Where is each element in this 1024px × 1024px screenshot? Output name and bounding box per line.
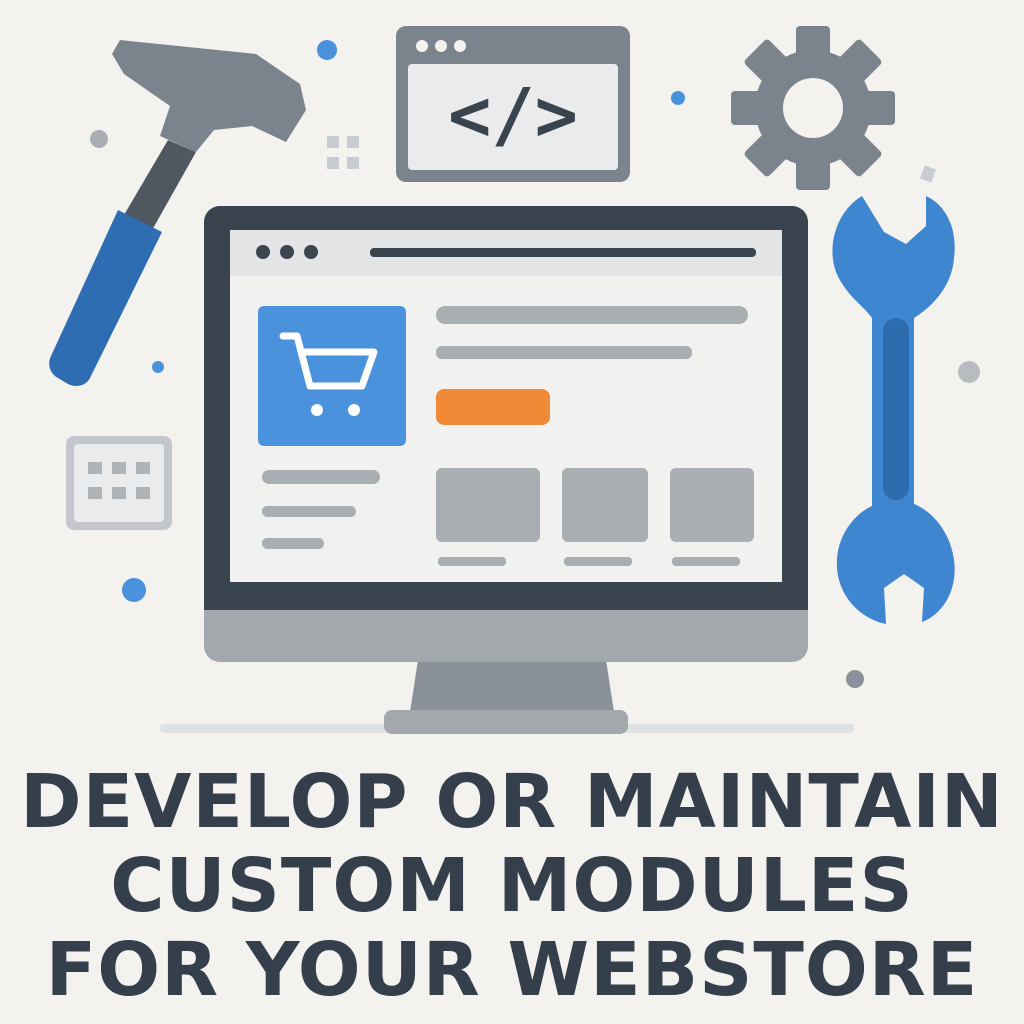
code-window-icon: </>: [396, 26, 630, 182]
headline-line-1: DEVELOP OR MAINTAIN: [20, 759, 1004, 845]
headline-line-2: CUSTOM MODULES: [110, 843, 914, 929]
buy-button: [436, 389, 550, 425]
product-subtitle-bar: [436, 346, 692, 359]
wrench-icon: [832, 196, 955, 624]
headline: DEVELOP OR MAINTAIN CUSTOM MODULES FOR Y…: [0, 760, 1024, 1012]
gear-icon: [731, 26, 895, 190]
product-title-bar: [436, 306, 748, 324]
product-image: [258, 306, 406, 446]
small-grid-icon: [327, 136, 359, 169]
headline-line-3: FOR YOUR WEBSTORE: [45, 927, 979, 1013]
code-symbol: </>: [448, 73, 578, 157]
grid-icon: [66, 436, 172, 530]
